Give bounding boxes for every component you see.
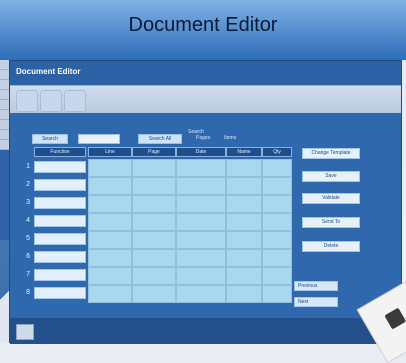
- row-name-field[interactable]: [34, 269, 86, 281]
- row-name-field[interactable]: [34, 197, 86, 209]
- table-row[interactable]: 1: [26, 159, 292, 177]
- table-cell[interactable]: [132, 285, 176, 303]
- window-title: Document Editor: [16, 67, 81, 76]
- column-header[interactable]: Name: [226, 147, 262, 157]
- row-name-field[interactable]: [34, 215, 86, 227]
- table-cell[interactable]: [176, 267, 226, 285]
- table-cell[interactable]: [262, 249, 292, 267]
- column-header[interactable]: Line: [88, 147, 132, 157]
- table-cell[interactable]: [176, 231, 226, 249]
- table-cell[interactable]: [226, 285, 262, 303]
- row-number: 4: [26, 217, 30, 224]
- table-cell[interactable]: [88, 267, 132, 285]
- table-row[interactable]: 3: [26, 195, 292, 213]
- row-number: 1: [26, 163, 30, 170]
- column-header[interactable]: Page: [132, 147, 176, 157]
- table-cell[interactable]: [176, 159, 226, 177]
- search-input[interactable]: [78, 134, 120, 144]
- previous-button[interactable]: Previous: [294, 281, 338, 291]
- table-cell[interactable]: [262, 195, 292, 213]
- table-row[interactable]: 6: [26, 249, 292, 267]
- table-cell[interactable]: [88, 285, 132, 303]
- filter-button[interactable]: Search All: [138, 134, 182, 144]
- table-row[interactable]: 4: [26, 213, 292, 231]
- row-number: 7: [26, 271, 30, 278]
- table-cell[interactable]: [88, 249, 132, 267]
- row-number: 2: [26, 181, 30, 188]
- table-cell[interactable]: [176, 195, 226, 213]
- toolbar-button[interactable]: [40, 90, 62, 112]
- table-cell[interactable]: [132, 249, 176, 267]
- table-cell[interactable]: [262, 213, 292, 231]
- window-footer: [10, 318, 401, 344]
- row-name-field[interactable]: [34, 251, 86, 263]
- device-button-icon: [384, 307, 406, 330]
- table-cell[interactable]: [132, 267, 176, 285]
- row-name-field[interactable]: [34, 161, 86, 173]
- table-cell[interactable]: [88, 231, 132, 249]
- table-cell[interactable]: [226, 159, 262, 177]
- row-number: 6: [26, 253, 30, 260]
- note-2: Pages: [196, 135, 211, 141]
- table-cell[interactable]: [226, 195, 262, 213]
- table-row[interactable]: 7: [26, 267, 292, 285]
- table-cell[interactable]: [262, 159, 292, 177]
- column-header[interactable]: Date: [176, 147, 226, 157]
- table-cell[interactable]: [88, 177, 132, 195]
- table-cell[interactable]: [262, 177, 292, 195]
- table-cell[interactable]: [176, 285, 226, 303]
- save-button[interactable]: Save: [302, 171, 360, 182]
- table-row[interactable]: 5: [26, 231, 292, 249]
- row-number: 3: [26, 199, 30, 206]
- table-cell[interactable]: [132, 195, 176, 213]
- table-cell[interactable]: [262, 285, 292, 303]
- table-cell[interactable]: [88, 195, 132, 213]
- table-cell[interactable]: [88, 213, 132, 231]
- banner-title: Document Editor: [128, 14, 278, 36]
- change-template-button[interactable]: Change Template: [302, 148, 360, 159]
- send-to-button[interactable]: Send To: [302, 217, 360, 228]
- table-cell[interactable]: [176, 249, 226, 267]
- column-header[interactable]: Function: [34, 147, 86, 157]
- toolbar: [10, 85, 401, 115]
- table-cell[interactable]: [262, 231, 292, 249]
- window-header: Document Editor: [10, 61, 401, 85]
- toolbar-button[interactable]: [64, 90, 86, 112]
- title-banner: Document Editor: [0, 0, 406, 60]
- grid-header: Function Line Page Date Name Qty: [34, 147, 292, 157]
- table-cell[interactable]: [132, 213, 176, 231]
- app-icon[interactable]: [16, 324, 34, 340]
- table-cell[interactable]: [226, 231, 262, 249]
- table-cell[interactable]: [226, 249, 262, 267]
- document-editor-window: Document Editor Search Search All Search…: [9, 60, 402, 344]
- next-button[interactable]: Next: [294, 297, 338, 307]
- validate-button[interactable]: Validate: [302, 193, 360, 204]
- document-grid: Function Line Page Date Name Qty 1 2 3 4…: [26, 147, 292, 347]
- table-cell[interactable]: [226, 213, 262, 231]
- table-cell[interactable]: [132, 159, 176, 177]
- row-number: 5: [26, 235, 30, 242]
- table-row[interactable]: 2: [26, 177, 292, 195]
- table-cell[interactable]: [132, 177, 176, 195]
- row-name-field[interactable]: [34, 233, 86, 245]
- row-number: 8: [26, 289, 30, 296]
- note-3: Items: [224, 135, 237, 141]
- row-name-field[interactable]: [34, 287, 86, 299]
- table-cell[interactable]: [176, 213, 226, 231]
- table-cell[interactable]: [176, 177, 226, 195]
- delete-button[interactable]: Delete: [302, 241, 360, 252]
- column-header[interactable]: Qty: [262, 147, 292, 157]
- toolbar-button[interactable]: [16, 90, 38, 112]
- table-cell[interactable]: [262, 267, 292, 285]
- table-cell[interactable]: [132, 231, 176, 249]
- table-cell[interactable]: [226, 177, 262, 195]
- table-row[interactable]: 8: [26, 285, 292, 303]
- row-name-field[interactable]: [34, 179, 86, 191]
- table-cell[interactable]: [88, 159, 132, 177]
- search-button[interactable]: Search: [32, 134, 68, 144]
- table-cell[interactable]: [226, 267, 262, 285]
